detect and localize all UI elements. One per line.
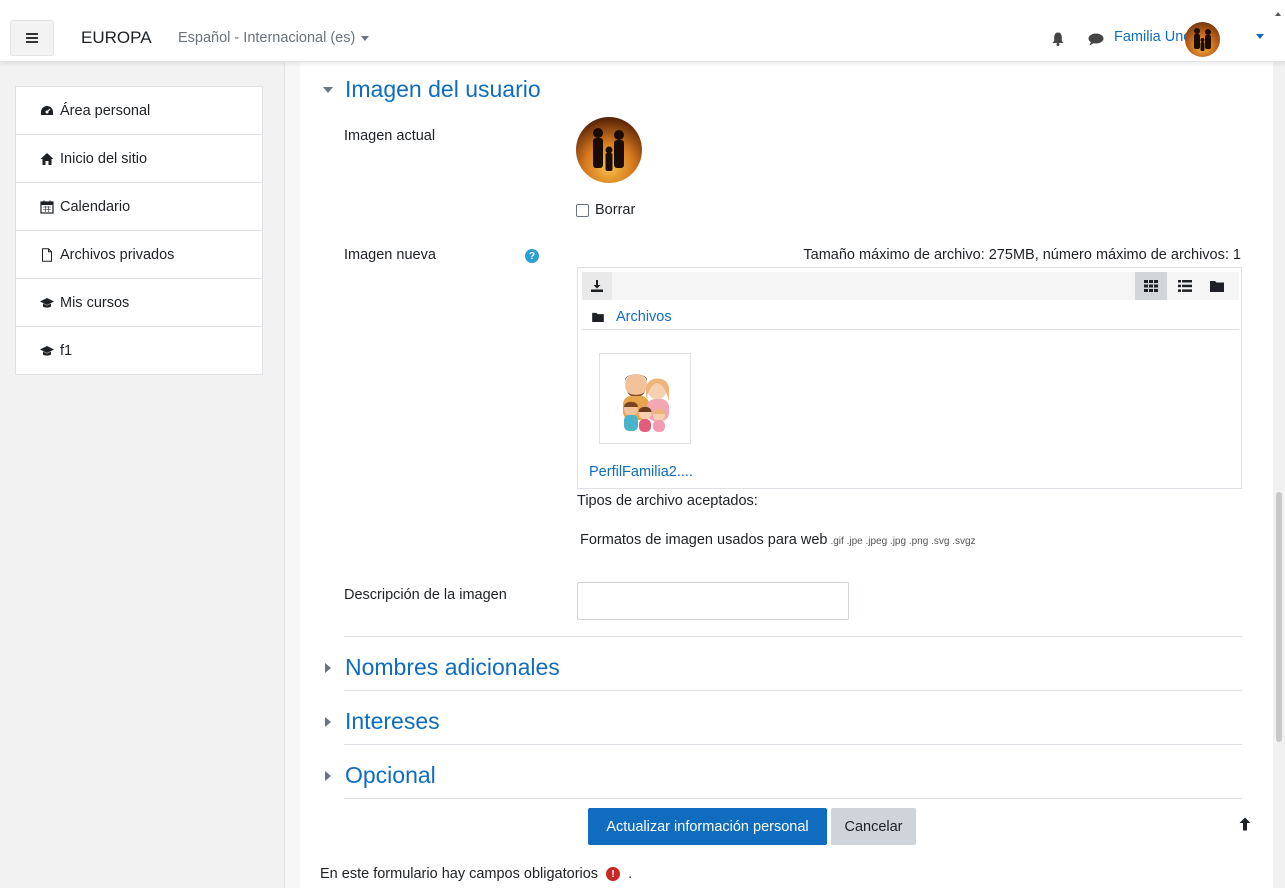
nav-drawer: Área personal Inicio del sitio Calendari… [0,62,285,888]
sidebar-item-f1[interactable]: f1 [16,327,262,374]
formats-extensions: .gif .jpe .jpeg .jpg .png .svg .svgz [830,536,976,547]
current-profile-image [576,117,642,183]
scroll-up-arrow-icon[interactable] [1275,12,1281,22]
site-name[interactable]: EUROPA [81,28,152,48]
list-icon [1178,280,1192,292]
view-list-button[interactable] [1169,272,1201,300]
chevron-down-icon [361,35,370,41]
section-title: Imagen del usuario [345,76,541,102]
section-header-opcional[interactable]: Opcional [323,762,436,789]
main-content: Imagen del usuario Imagen actual Borrar … [300,62,1273,888]
arrow-up-icon [1239,817,1251,831]
file-icon [42,247,52,262]
family-silhouette-icon [593,128,624,171]
user-avatar[interactable] [1185,22,1220,57]
user-name-link[interactable]: Familia Uno [1114,29,1191,45]
user-menu-chevron-down-icon[interactable] [1256,34,1264,39]
scrollbar-thumb[interactable] [1276,492,1282,742]
language-menu[interactable]: Español - Internacional (es) [178,30,370,46]
new-image-label: Imagen nueva [344,247,436,263]
sidebar-item-area-personal[interactable]: Área personal [16,87,262,135]
drawer-toggle-button[interactable] [10,20,54,56]
delete-label: Borrar [595,202,636,218]
folder-icon [1210,281,1224,292]
calendar-icon [40,200,54,214]
expand-triangle-icon [325,770,331,781]
sidebar-item-label: Inicio del sitio [60,150,148,167]
graduation-cap-icon [40,297,54,308]
section-divider [344,690,1242,691]
language-label: Español - Internacional (es) [178,30,356,46]
accepted-formats: Formatos de imagen usados para web .gif .… [580,532,976,548]
file-manager-path: Archivos [582,304,1239,330]
sidebar-item-calendario[interactable]: Calendario [16,183,262,231]
sidebar-item-label: Calendario [60,198,131,215]
home-icon [40,152,54,165]
image-description-label: Descripción de la imagen [344,587,507,603]
max-file-size-text: Tamaño máximo de archivo: 275MB, número … [803,247,1241,263]
view-tree-button[interactable] [1201,272,1233,300]
page-scrollbar[interactable] [1273,62,1285,888]
sidebar-item-label: f1 [60,342,73,359]
section-divider [344,798,1242,799]
section-header-user-image[interactable]: Imagen del usuario [323,76,541,103]
family-cartoon-image [623,373,669,432]
sidebar-nav-list: Área personal Inicio del sitio Calendari… [15,86,263,375]
help-icon[interactable]: ? [525,249,539,263]
image-description-input[interactable] [577,582,849,620]
delete-checkbox[interactable] [576,203,589,217]
required-note-suffix: . [628,866,633,882]
collapse-triangle-icon [323,86,333,93]
grid-icon [1144,280,1158,292]
section-title: Intereses [345,708,440,734]
expand-triangle-icon [325,662,331,673]
dashboard-icon [41,105,53,115]
graduation-cap-icon [40,345,54,356]
view-icons-button[interactable] [1135,272,1167,300]
chat-icon[interactable] [1088,33,1104,46]
file-manager: Archivos PerfilFamilia2.... [577,267,1242,489]
sidebar-item-label: Área personal [60,102,151,119]
section-divider [344,636,1242,637]
back-to-top-button[interactable] [1225,804,1265,844]
sidebar-item-archivos-privados[interactable]: Archivos privados [16,231,262,279]
section-header-intereses[interactable]: Intereses [323,708,440,735]
folder-icon [592,312,604,322]
file-name-link[interactable]: PerfilFamilia2.... [589,464,693,480]
current-image-label: Imagen actual [344,128,436,144]
cancel-button[interactable]: Cancelar [831,808,916,845]
section-title: Opcional [345,762,436,788]
required-fields-note: En este formulario hay campos obligatori… [320,866,632,882]
section-header-nombres-adicionales[interactable]: Nombres adicionales [323,654,560,681]
sidebar-item-label: Archivos privados [60,246,175,263]
file-manager-toolbar [582,272,1239,300]
top-navbar: EUROPA Español - Internacional (es) Fami… [0,0,1285,62]
required-note-text: En este formulario hay campos obligatori… [320,866,599,882]
required-exclamation-icon: ! [606,867,621,881]
sidebar-item-mis-cursos[interactable]: Mis cursos [16,279,262,327]
file-thumbnail[interactable] [599,353,691,444]
bell-icon[interactable] [1052,32,1064,46]
family-silhouette-icon [1194,28,1211,51]
folder-link-archivos[interactable]: Archivos [616,309,672,325]
sidebar-item-inicio-del-sitio[interactable]: Inicio del sitio [16,135,262,183]
formats-label: Formatos de imagen usados para web [580,532,828,548]
accepted-types-label: Tipos de archivo aceptados: [577,493,758,509]
expand-triangle-icon [325,716,331,727]
download-button[interactable] [582,272,612,300]
hamburger-icon [26,33,38,43]
download-icon [591,280,603,292]
update-profile-button[interactable]: Actualizar información personal [588,808,827,845]
delete-image-option[interactable]: Borrar [576,202,635,218]
section-title: Nombres adicionales [345,654,560,680]
sidebar-item-label: Mis cursos [60,294,130,311]
section-divider [344,744,1242,745]
